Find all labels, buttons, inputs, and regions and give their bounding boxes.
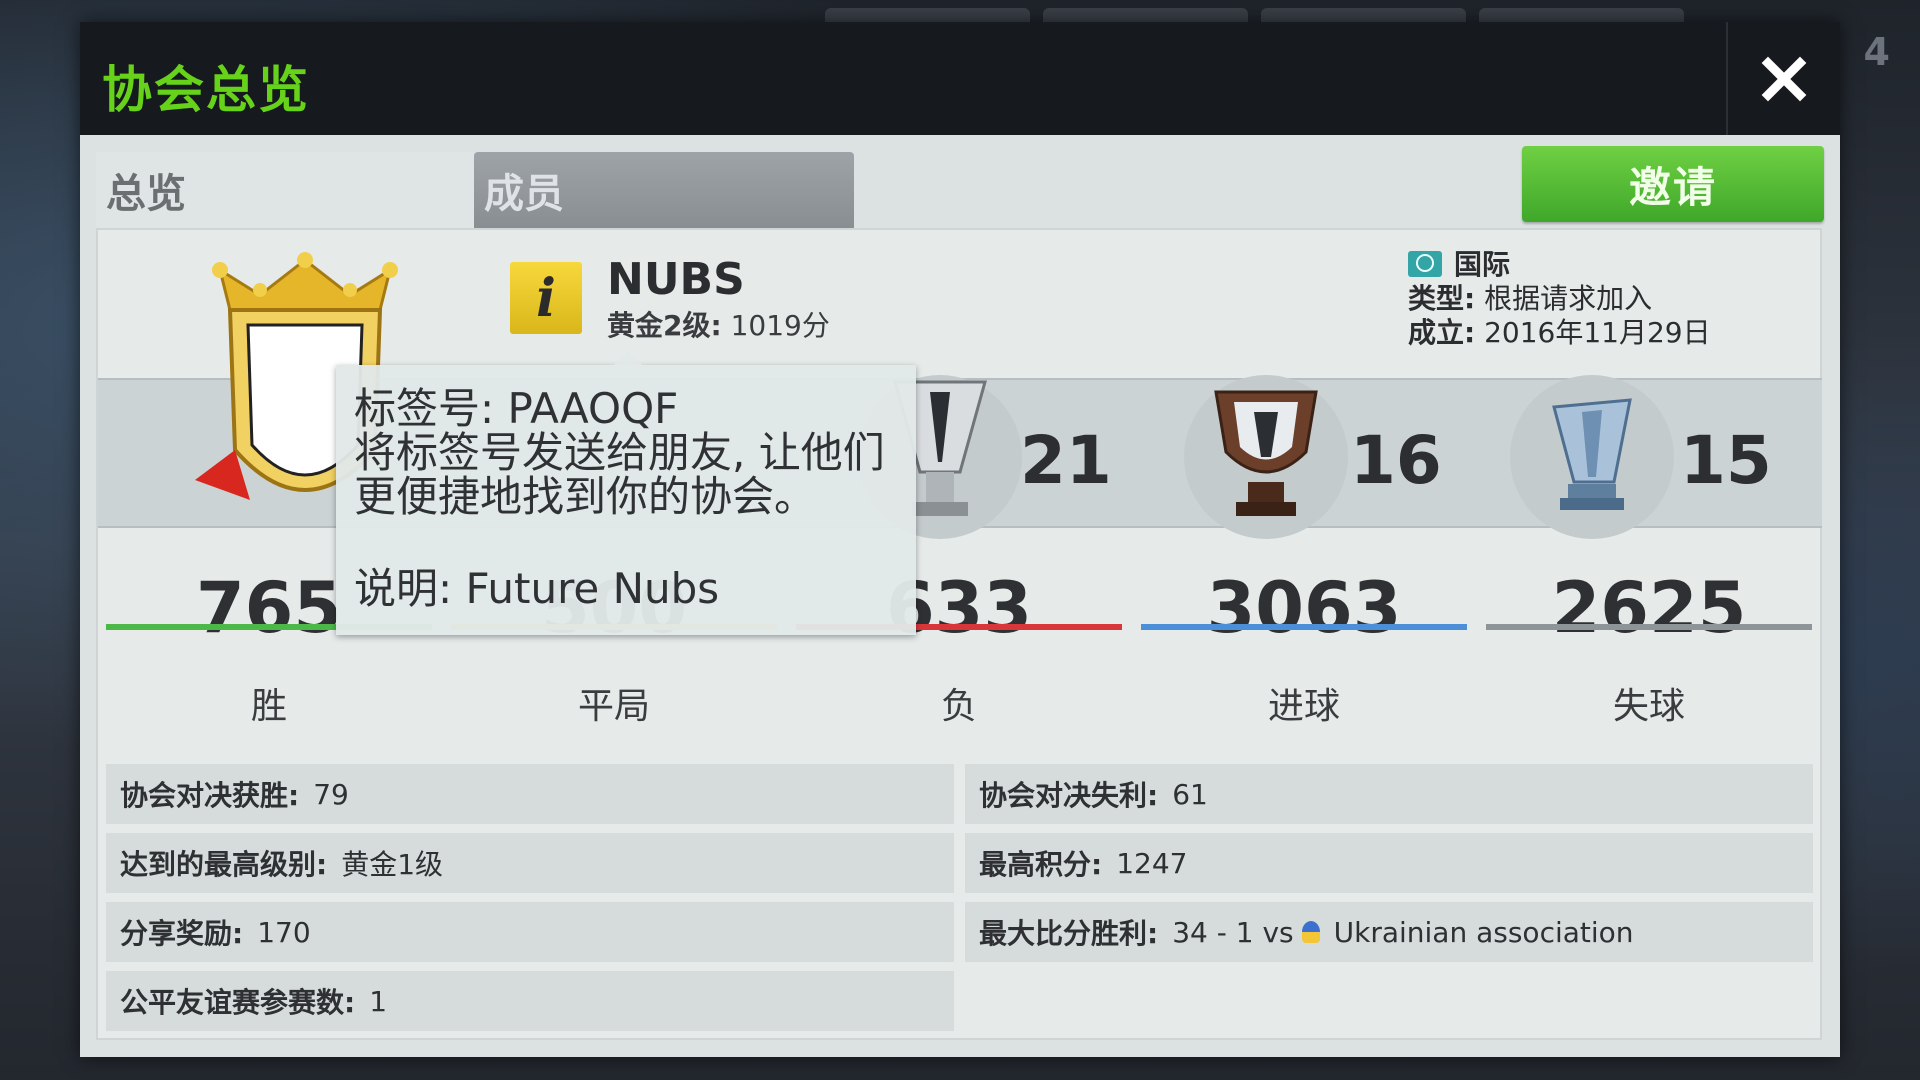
- club-league: 黄金2级: 1019分: [607, 304, 830, 344]
- invite-button[interactable]: 邀请: [1522, 146, 1824, 222]
- detail-h2h-losses: 协会对决失利: 61: [965, 764, 1813, 824]
- stat-wins-label: 胜: [250, 686, 287, 727]
- detail-top-points: 最高积分: 1247: [965, 833, 1813, 893]
- close-icon: [1761, 56, 1807, 101]
- detail-label: 达到的最高级别:: [120, 848, 328, 881]
- detail-value: 1: [369, 984, 388, 1018]
- detail-fair-friendly: 公平友谊赛参赛数: 1: [106, 971, 954, 1031]
- league-label: 黄金2级:: [607, 309, 722, 342]
- trophy-count-bronze: 16: [1350, 422, 1442, 499]
- founded-value: 2016年11月29日: [1484, 316, 1711, 349]
- region-row: 国际: [1408, 248, 1711, 282]
- tab-members[interactable]: 成员: [474, 152, 854, 228]
- dialog-title: 协会总览: [102, 61, 310, 119]
- type-label: 类型:: [1408, 282, 1476, 315]
- type-row: 类型: 根据请求加入: [1408, 282, 1711, 316]
- detail-value: 79: [313, 777, 349, 811]
- globe-icon: [1408, 251, 1442, 277]
- stat-goals-for-value: 3063: [1206, 567, 1402, 649]
- detail-label: 最高积分:: [979, 848, 1103, 881]
- tooltip-tag: 标签号: PAAOQF: [354, 384, 679, 433]
- detail-label: 最大比分胜利:: [979, 917, 1159, 950]
- stat-draws-label: 平局: [577, 686, 650, 727]
- region-label: 国际: [1454, 248, 1511, 281]
- club-meta: 国际 类型: 根据请求加入 成立: 2016年11月29日: [1408, 248, 1711, 350]
- tooltip-tip: 将标签号发送给朋友, 让他们更便捷地找到你的协会。: [354, 428, 885, 521]
- detail-h2h-wins: 协会对决获胜: 79: [106, 764, 954, 824]
- title-bar: 协会总览: [80, 22, 1840, 135]
- detail-label: 分享奖励:: [120, 917, 244, 950]
- detail-value: 1247: [1116, 846, 1188, 880]
- association-overview-dialog: 协会总览 总览 成员 邀请 i NUBS 黄金2级: 1019分 国际 类型: …: [80, 22, 1840, 1057]
- founded-row: 成立: 2016年11月29日: [1408, 316, 1711, 350]
- detail-share-reward: 分享奖励: 170: [106, 902, 954, 962]
- detail-value: 170: [257, 915, 311, 949]
- founded-label: 成立:: [1408, 316, 1476, 349]
- stat-goals-against-value: 2625: [1551, 567, 1747, 649]
- detail-value: 61: [1172, 777, 1208, 811]
- close-button[interactable]: [1726, 22, 1840, 135]
- club-name: NUBS: [607, 254, 745, 305]
- club-tag-tooltip: 标签号: PAAOQF 将标签号发送给朋友, 让他们更便捷地找到你的协会。 说明…: [336, 351, 916, 635]
- background-number: 4: [1863, 30, 1890, 74]
- league-points: 1019分: [730, 309, 830, 342]
- detail-opponent: Ukrainian association: [1333, 915, 1634, 949]
- detail-label: 协会对决失利:: [979, 779, 1159, 812]
- opponent-badge-icon: [1301, 921, 1320, 943]
- trophy-count-blue: 15: [1680, 422, 1772, 499]
- tab-overview[interactable]: 总览: [96, 152, 474, 228]
- detail-label: 协会对决获胜:: [120, 779, 300, 812]
- detail-value: 黄金1级: [341, 848, 444, 881]
- bronze-trophy-icon: [1184, 375, 1348, 539]
- info-icon[interactable]: i: [510, 262, 582, 334]
- detail-score: 34 - 1 vs: [1172, 915, 1294, 949]
- stat-goals-against-label: 失球: [1612, 686, 1685, 727]
- stat-goals-for-bar: [1141, 624, 1467, 630]
- stat-goals-for-label: 进球: [1267, 686, 1340, 727]
- stat-losses-label: 负: [940, 686, 977, 727]
- detail-biggest-win: 最大比分胜利: 34 - 1 vs Ukrainian association: [965, 902, 1813, 962]
- stat-goals-against-bar: [1486, 624, 1812, 630]
- type-value: 根据请求加入: [1484, 282, 1653, 315]
- detail-top-level: 达到的最高级别: 黄金1级: [106, 833, 954, 893]
- tooltip-description: 说明: Future Nubs: [354, 564, 720, 613]
- blue-trophy-icon: [1510, 375, 1674, 539]
- detail-label: 公平友谊赛参赛数:: [120, 986, 356, 1019]
- trophy-count-silver: 21: [1020, 422, 1112, 499]
